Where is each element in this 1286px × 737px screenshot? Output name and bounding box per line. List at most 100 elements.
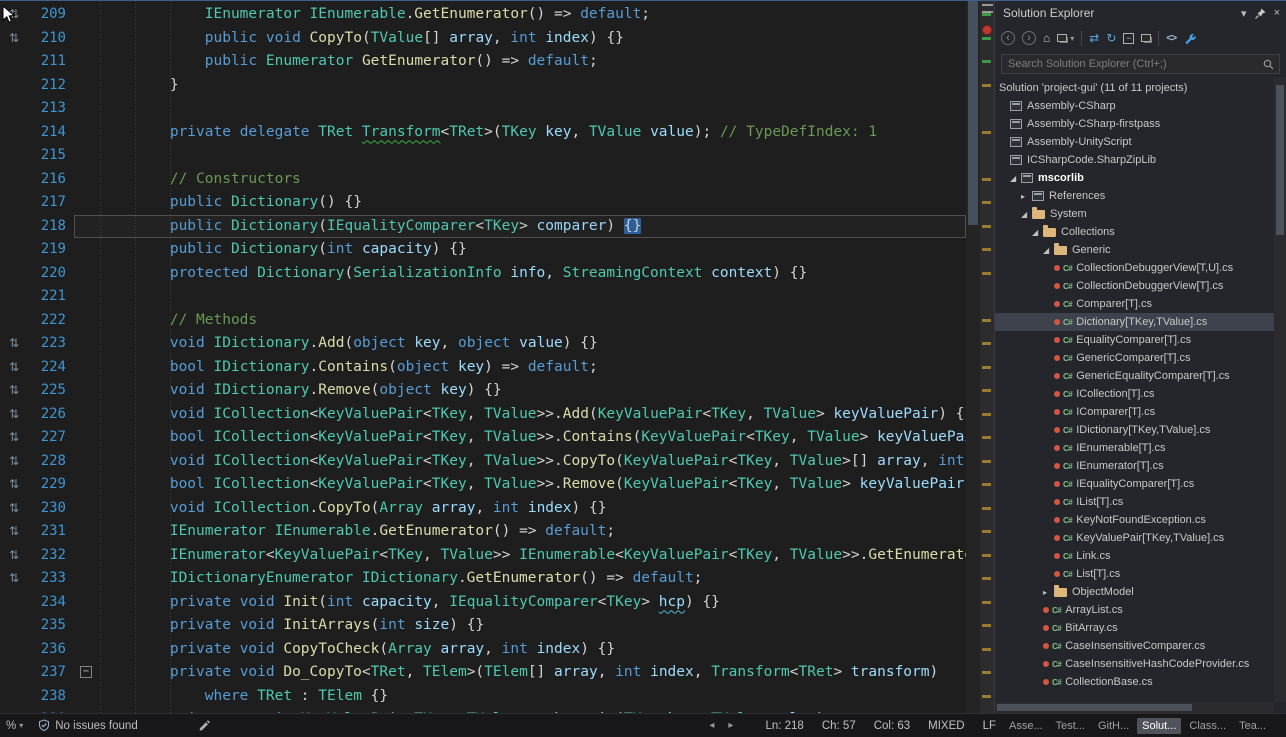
code-line-229[interactable]: ⇅229 bool ICollection<KeyValuePair<TKey,… [0,473,966,497]
code-line-210[interactable]: ⇅210 public void CopyTo(TValue[] array, … [0,27,966,51]
tree-item[interactable]: C#CaseInsensitiveComparer.cs [995,637,1274,655]
tree-item[interactable]: C#Comparer[T].cs [995,295,1274,313]
tree-item[interactable]: Assembly-UnityScript [995,133,1274,151]
tree-item[interactable]: ◢mscorlib [995,169,1274,187]
code-line-217[interactable]: 217 public Dictionary() {} [0,191,966,215]
inheritance-indicator-icon[interactable]: ⇅ [0,403,28,427]
collapse-all-button[interactable]: − [1123,33,1134,44]
inheritance-indicator-icon[interactable]: ⇅ [0,379,28,403]
tree-item[interactable]: C#GenericEqualityComparer[T].cs [995,367,1274,385]
tree-item[interactable]: C#ArrayList.cs [995,601,1274,619]
close-icon[interactable]: × [1274,7,1280,19]
home-button[interactable]: ⌂ [1043,31,1050,45]
zoom-control[interactable]: % ▾ [6,720,23,732]
inheritance-indicator-icon[interactable]: ⇅ [0,332,28,356]
code-line-233[interactable]: ⇅233 IDictionaryEnumerator IDictionary.G… [0,567,966,591]
tree-item[interactable]: C#CaseInsensitiveHashCodeProvider.cs [995,655,1274,673]
code-line-223[interactable]: ⇅223 void IDictionary.Add(object key, ob… [0,332,966,356]
panel-tab[interactable]: GitH... [1093,718,1134,734]
solution-explorer-titlebar[interactable]: Solution Explorer ▾ × [995,1,1286,25]
sync-with-active-document-button[interactable]: ⇄ [1089,31,1099,45]
tree-item[interactable]: Assembly-CSharp-firstpass [995,115,1274,133]
inheritance-indicator-icon[interactable]: ⇅ [0,497,28,521]
column-indicator[interactable]: Col: 63 [874,720,910,732]
code-line-238[interactable]: 238 where TRet : TElem {} [0,685,966,709]
scroll-right-button[interactable]: ▸ [728,720,733,731]
inheritance-indicator-icon[interactable]: ⇅ [0,450,28,474]
back-button[interactable]: ‹ [1001,31,1015,45]
tree-item[interactable]: ▸ObjectModel [995,583,1274,601]
collapse-arrow-icon[interactable]: ◢ [1043,246,1054,255]
code-line-209[interactable]: ⇅209 IEnumerator IEnumerable.GetEnumerat… [0,3,966,27]
solution-explorer-horizontal-scrollbar[interactable] [995,702,1274,713]
window-position-button[interactable]: ▾ [1241,7,1247,20]
line-number[interactable]: 226 [28,403,72,427]
code-line-228[interactable]: ⇅228 void ICollection<KeyValuePair<TKey,… [0,450,966,474]
scrollbar-thumb[interactable] [968,1,978,225]
line-number[interactable]: 221 [28,285,72,309]
line-number[interactable]: 228 [28,450,72,474]
line-number[interactable]: 213 [28,97,72,121]
line-number[interactable]: 236 [28,638,72,662]
line-number[interactable]: 230 [28,497,72,521]
tree-item[interactable]: C#IList[T].cs [995,493,1274,511]
line-number[interactable]: 234 [28,591,72,615]
code-line-231[interactable]: ⇅231 IEnumerator IEnumerable.GetEnumerat… [0,520,966,544]
tree-item[interactable]: ▸References [995,187,1274,205]
line-number[interactable]: 220 [28,262,72,286]
view-code-button[interactable]: <> [1166,33,1176,44]
tree-item[interactable]: C#GenericComparer[T].cs [995,349,1274,367]
line-number[interactable]: 215 [28,144,72,168]
code-line-213[interactable]: 213 [0,97,966,121]
inheritance-indicator-icon[interactable]: ⇅ [0,567,28,591]
panel-tab[interactable]: Asse... [1004,718,1048,734]
inheritance-indicator-icon[interactable]: ⇅ [0,473,28,497]
code-line-215[interactable]: 215 [0,144,966,168]
line-number[interactable]: 224 [28,356,72,380]
expand-arrow-icon[interactable]: ▸ [1021,192,1032,201]
tree-item[interactable]: C#IComparer[T].cs [995,403,1274,421]
line-number[interactable]: 214 [28,121,72,145]
tree-item[interactable]: C#IEqualityComparer[T].cs [995,475,1274,493]
collapse-arrow-icon[interactable]: ◢ [1032,228,1043,237]
tree-item[interactable]: C#CollectionDebuggerView[T,U].cs [995,259,1274,277]
panel-tab[interactable]: Tea... [1234,718,1271,734]
collapse-region-button[interactable]: − [80,666,92,678]
refresh-button[interactable]: ↻ [1106,31,1116,45]
tree-item[interactable]: C#ICollection[T].cs [995,385,1274,403]
line-number[interactable]: 210 [28,27,72,51]
encoding-indicator[interactable]: MIXED [928,720,964,732]
tree-item[interactable]: ◢Collections [995,223,1274,241]
tree-item[interactable]: ◢System [995,205,1274,223]
line-number[interactable]: 219 [28,238,72,262]
tree-item[interactable]: C#KeyNotFoundException.cs [995,511,1274,529]
scroll-left-button[interactable]: ◂ [709,720,714,731]
search-input[interactable] [1001,54,1280,74]
tree-item[interactable]: C#KeyValuePair[TKey,TValue].cs [995,529,1274,547]
code-editor[interactable]: ⇅209 IEnumerator IEnumerable.GetEnumerat… [0,1,994,713]
code-line-222[interactable]: 222 // Methods [0,309,966,333]
issues-status-label[interactable]: No issues found [55,720,137,732]
char-indicator[interactable]: Ch: 57 [822,720,856,732]
inheritance-indicator-icon[interactable]: ⇅ [0,27,28,51]
chevron-down-icon[interactable]: ▾ [1070,34,1074,43]
scrollbar-thumb[interactable] [1276,85,1284,235]
tree-item[interactable]: Solution 'project-gui' (11 of 11 project… [995,79,1274,97]
code-line-211[interactable]: 211 public Enumerator GetEnumerator() =>… [0,50,966,74]
auto-hide-pin-icon[interactable] [1255,8,1266,19]
editor-vertical-scrollbar[interactable] [966,1,980,713]
line-number[interactable]: 209 [28,3,72,27]
line-number[interactable]: 222 [28,309,72,333]
line-number[interactable]: 235 [28,614,72,638]
tree-item[interactable]: C#BitArray.cs [995,619,1274,637]
line-number[interactable]: 229 [28,473,72,497]
code-line-216[interactable]: 216 // Constructors [0,168,966,192]
code-line-220[interactable]: 220 protected Dictionary(SerializationIn… [0,262,966,286]
code-line-239[interactable]: 239 private static KeyValuePair<TKey, TV… [0,708,966,713]
code-line-234[interactable]: 234 private void Init(int capacity, IEqu… [0,591,966,615]
line-number[interactable]: 227 [28,426,72,450]
panel-tab[interactable]: Class... [1184,718,1231,734]
code-line-227[interactable]: ⇅227 bool ICollection<KeyValuePair<TKey,… [0,426,966,450]
code-line-221[interactable]: 221 [0,285,966,309]
code-line-236[interactable]: 236 private void CopyToCheck(Array array… [0,638,966,662]
